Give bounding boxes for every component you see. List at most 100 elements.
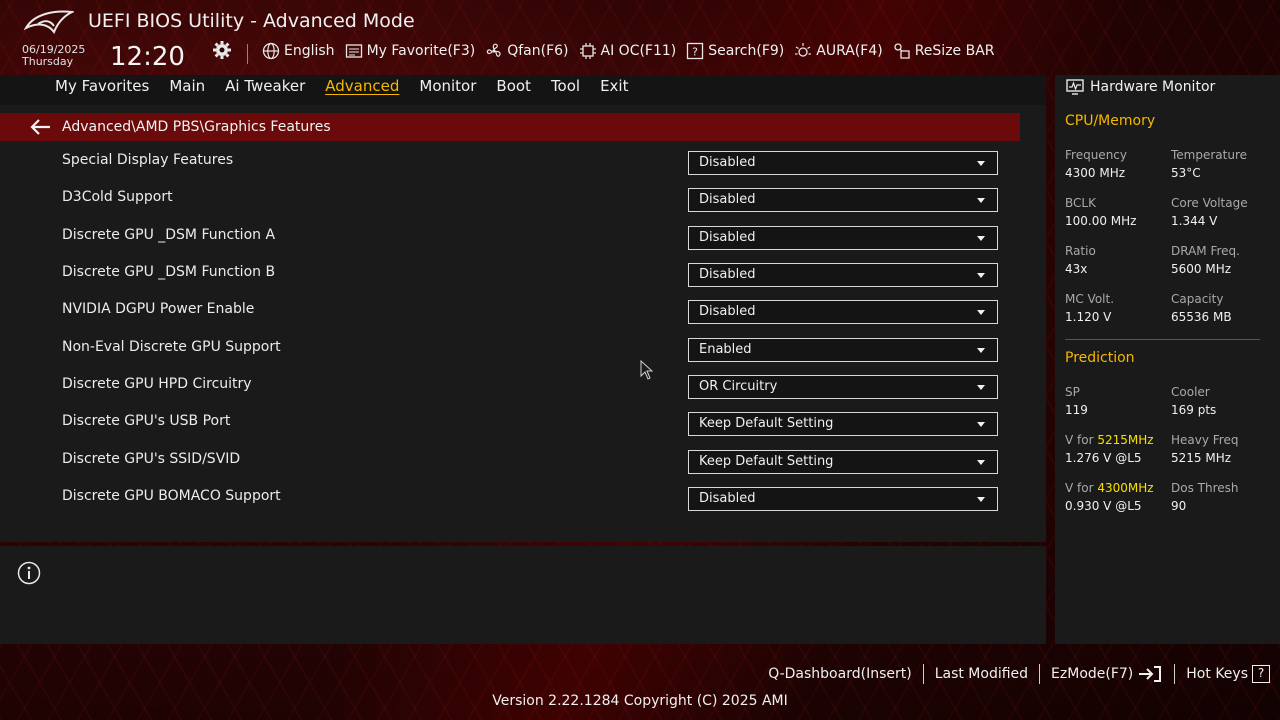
search-button[interactable]: ? Search(F9)	[686, 42, 784, 60]
caret-down-icon	[977, 310, 985, 315]
search-icon: ?	[687, 42, 704, 60]
favorite-icon	[345, 44, 362, 58]
capacity-label: Capacity	[1171, 292, 1224, 306]
setting-dropdown-dsm-function-a[interactable]: Disabled	[688, 226, 998, 250]
ez-mode-label: EzMode(F7)	[1051, 666, 1134, 682]
hardware-monitor-title: Hardware Monitor	[1090, 79, 1216, 95]
caret-down-icon	[977, 460, 985, 465]
cooler-value: 169 pts	[1171, 403, 1217, 417]
tab-advanced[interactable]: Advanced	[325, 77, 399, 95]
tab-my-favorites[interactable]: My Favorites	[55, 77, 149, 95]
setting-label-gpu-ssid-svid: Discrete GPU's SSID/SVID	[62, 451, 241, 467]
my-favorite-button[interactable]: My Favorite(F3)	[345, 42, 475, 60]
svg-text:?: ?	[692, 46, 698, 59]
setting-label-dsm-function-b: Discrete GPU _DSM Function B	[62, 264, 276, 280]
setting-dropdown-non-eval-gpu-support[interactable]: Enabled	[688, 338, 998, 362]
resize-bar-icon	[894, 43, 910, 59]
aura-button[interactable]: AURA(F4)	[794, 42, 883, 60]
version-text: Version 2.22.1284 Copyright (C) 2025 AMI	[492, 693, 788, 709]
dropdown-value: Keep Default Setting	[699, 454, 834, 469]
tab-boot[interactable]: Boot	[496, 77, 531, 95]
setting-dropdown-d3cold-support[interactable]: Disabled	[688, 188, 998, 212]
aura-label: AURA(F4)	[816, 43, 883, 59]
caret-down-icon	[977, 497, 985, 502]
tab-exit[interactable]: Exit	[600, 77, 628, 95]
ai-oc-icon	[579, 43, 596, 59]
bclk-value: 100.00 MHz	[1065, 214, 1137, 228]
globe-icon	[262, 42, 280, 60]
setting-dropdown-bomaco-support[interactable]: Disabled	[688, 487, 998, 511]
mc-volt-value: 1.120 V	[1065, 310, 1112, 324]
ai-oc-button[interactable]: AI OC(F11)	[579, 42, 676, 60]
caret-down-icon	[977, 348, 985, 353]
footer-divider	[922, 664, 924, 684]
tab-tool[interactable]: Tool	[551, 77, 580, 95]
back-arrow-icon[interactable]	[30, 118, 52, 136]
main-nav: My Favorites Main Ai Tweaker Advanced Mo…	[55, 77, 628, 95]
monitor-icon	[1066, 79, 1084, 95]
dos-thresh-label: Dos Thresh	[1171, 481, 1239, 495]
bclk-label: BCLK	[1065, 196, 1096, 210]
setting-label-bomaco-support: Discrete GPU BOMACO Support	[62, 488, 281, 504]
dram-freq-value: 5600 MHz	[1171, 262, 1232, 276]
tab-main[interactable]: Main	[169, 77, 205, 95]
setting-dropdown-special-display-features[interactable]: Disabled	[688, 151, 998, 175]
hot-keys-button[interactable]: Hot Keys ?	[1186, 665, 1270, 683]
qfan-label: Qfan(F6)	[507, 43, 569, 59]
v-for-prefix: V for	[1065, 433, 1098, 447]
setting-label-hpd-circuitry: Discrete GPU HPD Circuitry	[62, 376, 252, 392]
day-value: Thursday	[22, 55, 74, 68]
tab-ai-tweaker[interactable]: Ai Tweaker	[225, 77, 305, 95]
ez-mode-button[interactable]: EzMode(F7)	[1051, 665, 1163, 683]
dropdown-value: Disabled	[699, 491, 756, 506]
setting-dropdown-nvidia-dgpu-power[interactable]: Disabled	[688, 300, 998, 324]
frequency-label: Frequency	[1065, 148, 1127, 162]
v-for-label-1: V for 5215MHz	[1065, 433, 1154, 447]
qfan-button[interactable]: Qfan(F6)	[485, 42, 569, 60]
toolbar: English My Favorite(F3) Qfan(F6) AI OC(F…	[262, 42, 995, 60]
search-label: Search(F9)	[708, 43, 785, 59]
tab-monitor[interactable]: Monitor	[419, 77, 476, 95]
dropdown-value: Disabled	[699, 155, 756, 170]
language-button[interactable]: English	[262, 42, 335, 60]
breadcrumb: Advanced\AMD PBS\Graphics Features	[62, 119, 331, 135]
gear-icon[interactable]	[212, 40, 232, 60]
clock[interactable]: 12:20	[110, 42, 185, 72]
footer-divider	[1039, 664, 1041, 684]
hardware-monitor-header: Hardware Monitor	[1066, 78, 1215, 96]
dropdown-value: OR Circuitry	[699, 379, 778, 394]
dos-thresh-value: 90	[1171, 499, 1187, 513]
v-for-label-2: V for 4300MHz	[1065, 481, 1154, 495]
q-dashboard-button[interactable]: Q-Dashboard(Insert)	[768, 666, 912, 682]
heavy-freq-label: Heavy Freq	[1171, 433, 1239, 447]
core-voltage-value: 1.344 V	[1171, 214, 1218, 228]
resize-bar-label: ReSize BAR	[914, 43, 995, 59]
setting-label-non-eval-gpu-support: Non-Eval Discrete GPU Support	[62, 339, 281, 355]
setting-dropdown-gpu-usb-port[interactable]: Keep Default Setting	[688, 412, 998, 436]
date-display: 06/19/2025 Thursday	[22, 44, 85, 68]
footer-divider	[1174, 664, 1176, 684]
resize-bar-button[interactable]: ReSize BAR	[893, 42, 995, 60]
setting-dropdown-gpu-ssid-svid[interactable]: Keep Default Setting	[688, 450, 998, 474]
hw-divider	[1065, 339, 1260, 340]
caret-down-icon	[977, 198, 985, 203]
setting-dropdown-hpd-circuitry[interactable]: OR Circuitry	[688, 375, 998, 399]
setting-label-nvidia-dgpu-power: NVIDIA DGPU Power Enable	[62, 301, 255, 317]
dropdown-value: Disabled	[699, 230, 756, 245]
heavy-freq-value: 5215 MHz	[1171, 451, 1232, 465]
info-icon	[17, 561, 41, 585]
language-label: English	[284, 43, 335, 59]
last-modified-button[interactable]: Last Modified	[935, 666, 1028, 682]
dropdown-value: Enabled	[699, 342, 752, 357]
v-for-freq-1: 5215MHz	[1097, 433, 1154, 447]
hot-keys-label: Hot Keys	[1186, 666, 1248, 682]
setting-dropdown-dsm-function-b[interactable]: Disabled	[688, 263, 998, 287]
app-title: UEFI BIOS Utility - Advanced Mode	[88, 10, 415, 32]
help-question-icon: ?	[1252, 665, 1270, 683]
ratio-value: 43x	[1065, 262, 1088, 276]
aura-icon	[795, 43, 812, 57]
sp-value: 119	[1065, 403, 1088, 417]
v-for-value-2: 0.930 V @L5	[1065, 499, 1142, 513]
dropdown-value: Disabled	[699, 267, 756, 282]
core-voltage-label: Core Voltage	[1171, 196, 1248, 210]
